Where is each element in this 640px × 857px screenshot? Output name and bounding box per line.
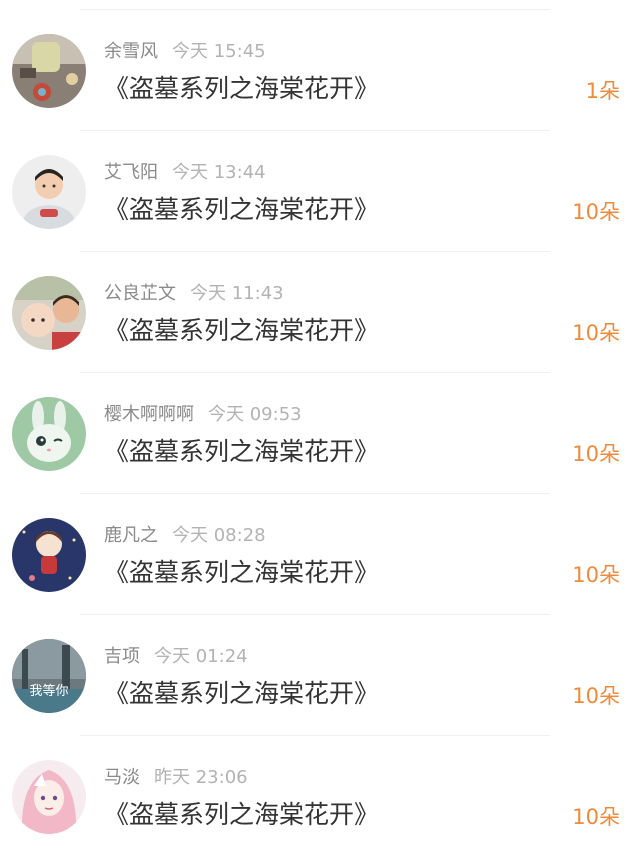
timestamp: 今天 09:53 [208,404,302,425]
user-name[interactable]: 樱木啊啊啊 [104,404,194,425]
user-name[interactable]: 余雪风 [104,41,158,62]
gift-amount: 10朵 [572,442,620,466]
user-name[interactable]: 艾飞阳 [104,162,158,183]
book-title[interactable]: 《盗墓系列之海棠花开》 [104,314,379,348]
lantern-avatar[interactable] [12,34,86,108]
gift-amount: 10朵 [572,805,620,829]
item-meta: 马淡 昨天 23:06 [104,766,248,790]
list-item[interactable]: 樱木啊啊啊 今天 09:53 《盗墓系列之海棠花开》 10朵 [0,373,640,494]
book-title[interactable]: 《盗墓系列之海棠花开》 [104,677,379,711]
book-title[interactable]: 《盗墓系列之海棠花开》 [104,798,379,832]
timestamp: 今天 08:28 [172,525,266,546]
gift-amount: 1朵 [585,79,620,103]
bunny-avatar[interactable] [12,397,86,471]
book-title[interactable]: 《盗墓系列之海棠花开》 [104,193,379,227]
timestamp: 今天 15:45 [172,41,266,62]
item-meta: 樱木啊啊啊 今天 09:53 [104,403,302,427]
list-item[interactable]: 马淡 昨天 23:06 《盗墓系列之海棠花开》 10朵 [0,736,640,857]
list-item[interactable]: 我等你 吉项 今天 01:24 《盗墓系列之海棠花开》 10朵 [0,615,640,736]
list-item[interactable]: 鹿凡之 今天 08:28 《盗墓系列之海棠花开》 10朵 [0,494,640,615]
item-meta: 公良芷文 今天 11:43 [104,282,284,306]
cartoon-girl-avatar[interactable] [12,518,86,592]
list-item[interactable]: 艾飞阳 今天 13:44 《盗墓系列之海棠花开》 10朵 [0,131,640,252]
list-item[interactable]: 公良芷文 今天 11:43 《盗墓系列之海棠花开》 10朵 [0,252,640,373]
book-title[interactable]: 《盗墓系列之海棠花开》 [104,435,379,469]
user-name[interactable]: 吉项 [104,646,140,667]
item-meta: 吉项 今天 01:24 [104,645,248,669]
timestamp: 今天 01:24 [154,646,248,667]
user-name[interactable]: 鹿凡之 [104,525,158,546]
book-title[interactable]: 《盗墓系列之海棠花开》 [104,72,379,106]
user-name[interactable]: 马淡 [104,767,140,788]
gift-amount: 10朵 [572,563,620,587]
gift-amount: 10朵 [572,684,620,708]
item-meta: 艾飞阳 今天 13:44 [104,161,266,185]
item-meta: 鹿凡之 今天 08:28 [104,524,266,548]
family-avatar[interactable] [12,276,86,350]
user-name[interactable]: 公良芷文 [104,283,176,304]
anime-avatar[interactable] [12,760,86,834]
list-item[interactable]: 余雪风 今天 15:45 《盗墓系列之海棠花开》 1朵 [0,10,640,131]
timestamp: 今天 13:44 [172,162,266,183]
book-title[interactable]: 《盗墓系列之海棠花开》 [104,556,379,590]
avatar-caption: 我等你 [29,683,68,699]
gift-amount: 10朵 [572,321,620,345]
boy-avatar[interactable] [12,155,86,229]
timestamp: 昨天 23:06 [154,767,248,788]
timestamp: 今天 11:43 [190,283,284,304]
gift-record-list: 余雪风 今天 15:45 《盗墓系列之海棠花开》 1朵 艾飞阳 今天 13:44 《… [0,0,640,849]
scenery-avatar[interactable]: 我等你 [12,639,86,713]
gift-amount: 10朵 [572,200,620,224]
item-meta: 余雪风 今天 15:45 [104,40,266,64]
